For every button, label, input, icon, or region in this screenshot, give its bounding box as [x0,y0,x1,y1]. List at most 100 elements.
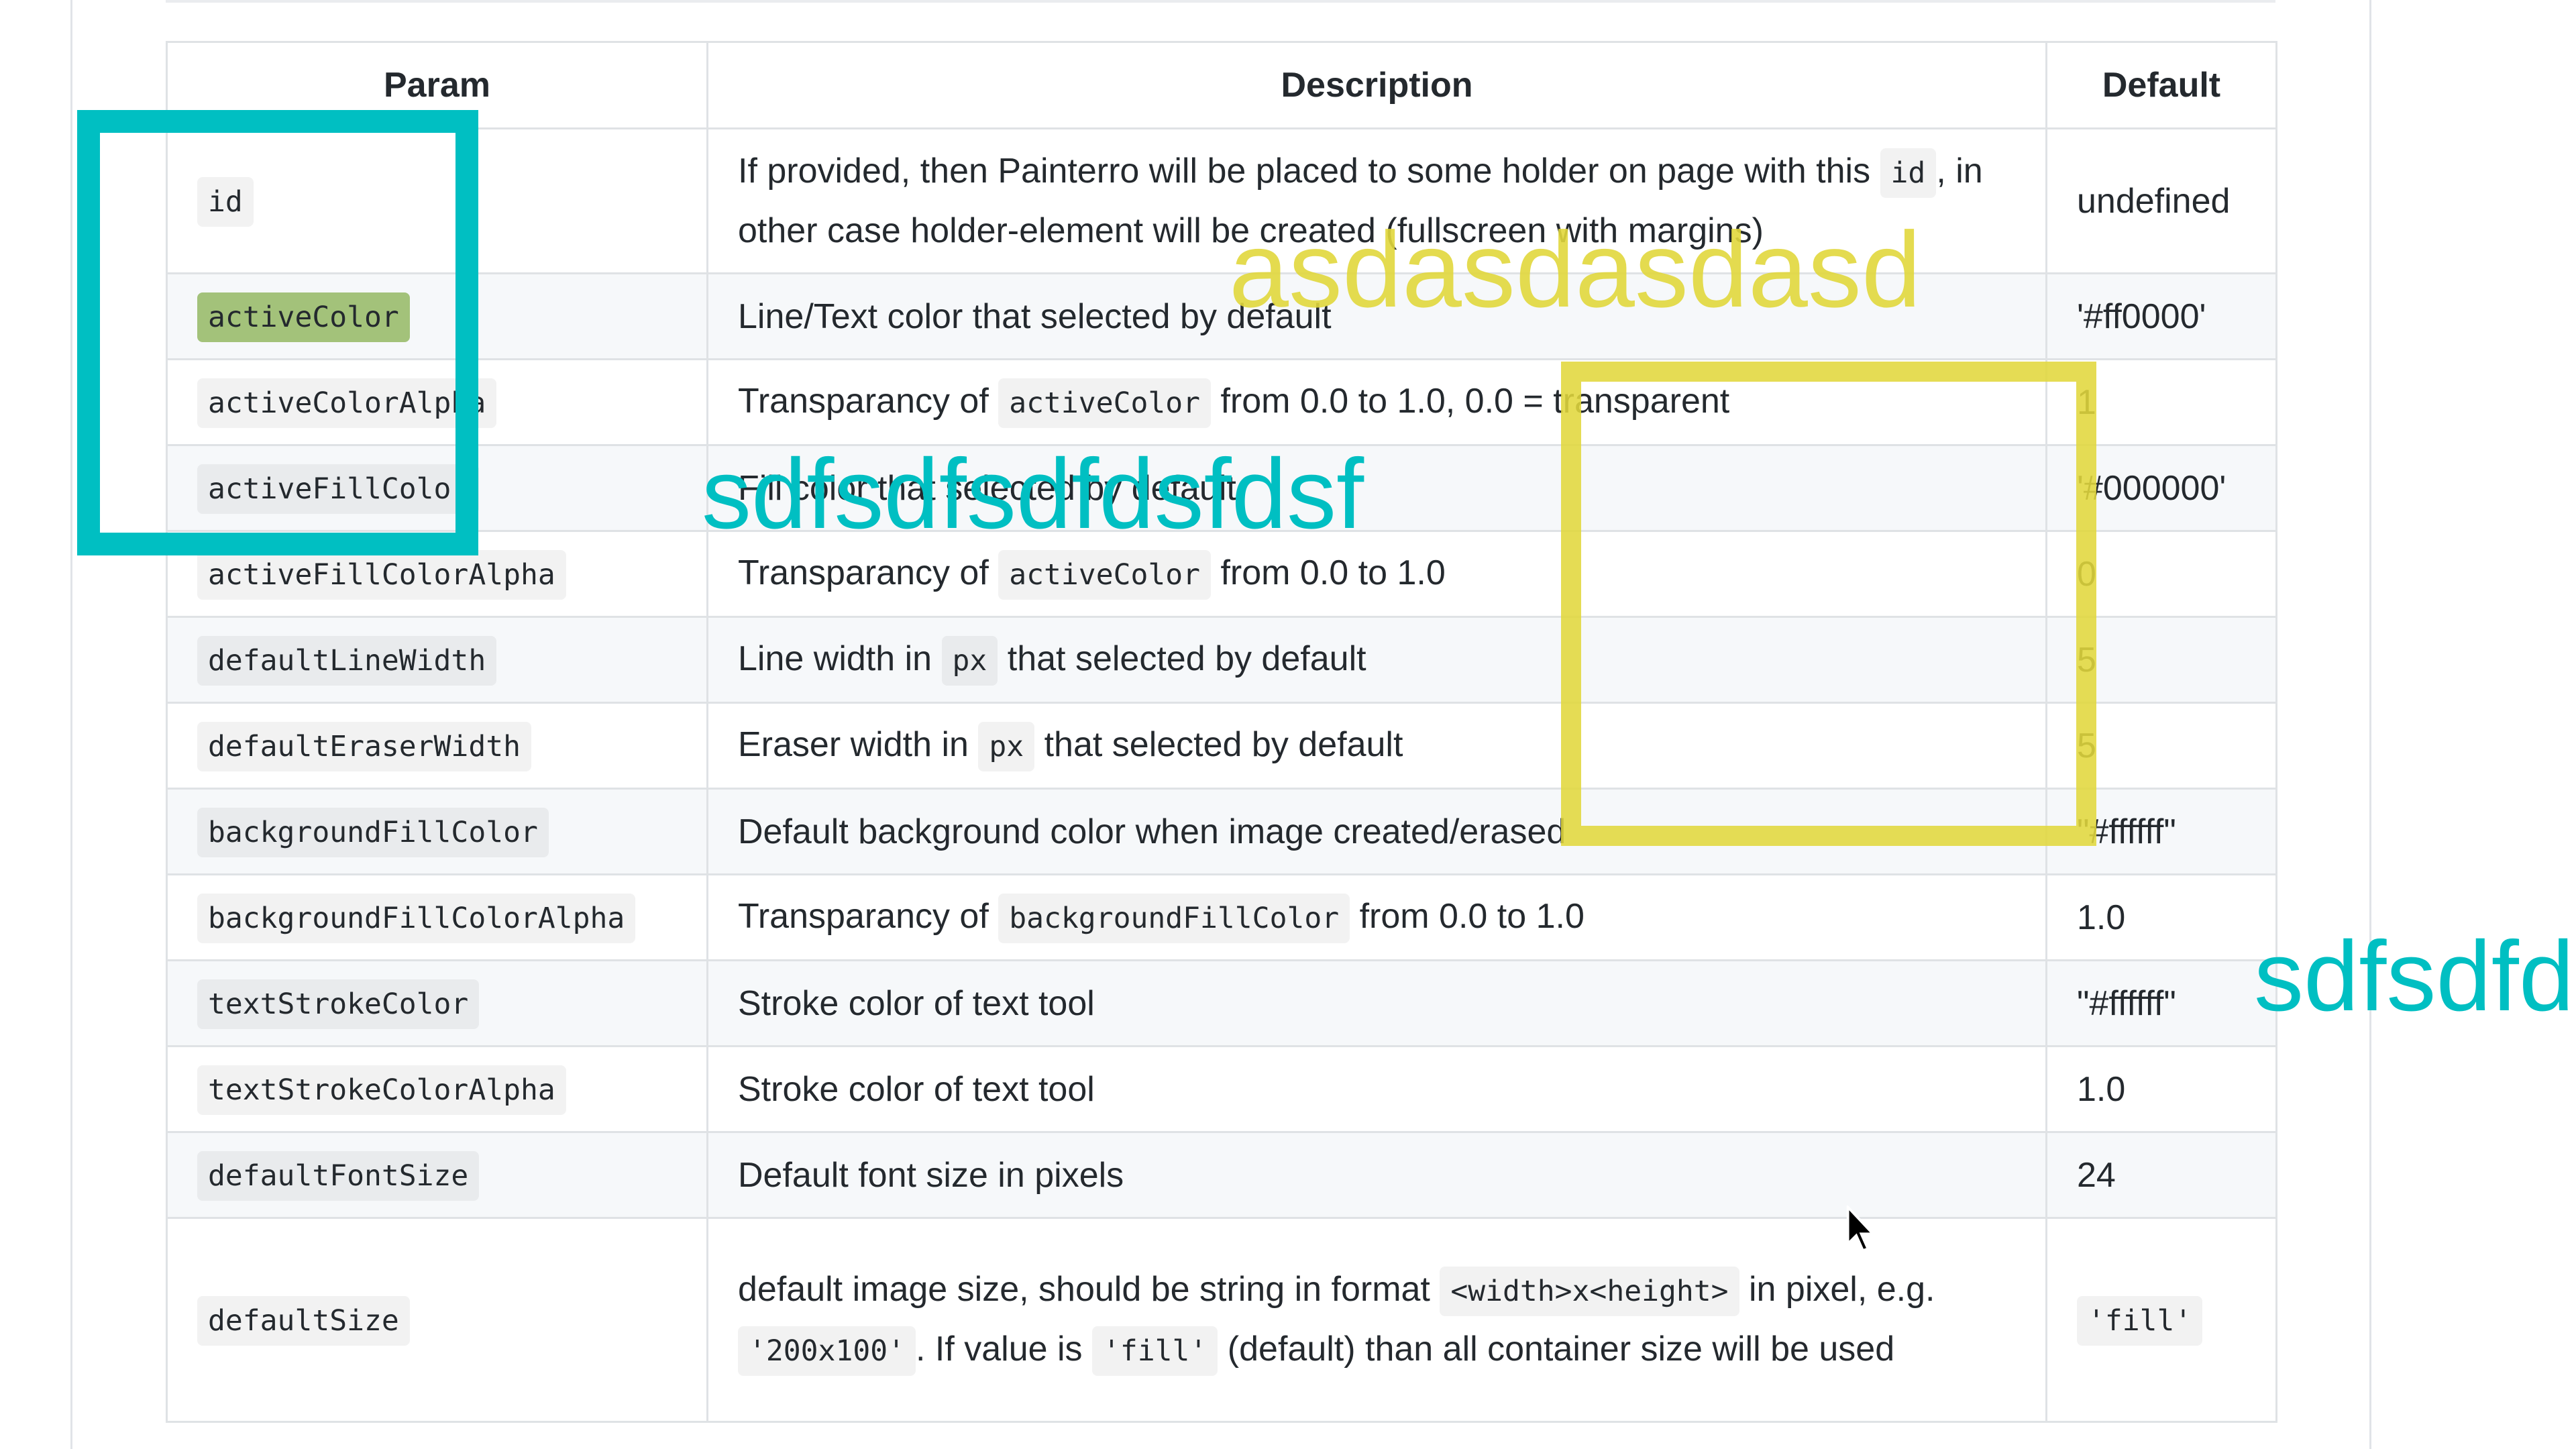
table-row: defaultSize default image size, should be… [166,1217,2277,1423]
default-value: '#ff0000' [2077,297,2206,336]
table-row: textStrokeColor Stroke color of text tool… [166,959,2277,1047]
description-cell: Fill color that selected by default [706,444,2047,532]
description-cell: Eraser width in px that selected by defa… [706,702,2047,790]
table-row: activeFillColorAlpha Transparancy of acti… [166,530,2277,618]
param-cell: activeFillColor [166,444,708,532]
inline-code: activeColor [998,378,1212,428]
description-text: from 0.0 to 1.0 [1350,897,1585,936]
table-row: activeColor Line/Text color that selected… [166,272,2277,360]
param-cell: textStrokeColorAlpha [166,1045,708,1133]
default-cell: 0 [2045,530,2277,618]
inline-code: <width>x<height> [1440,1266,1739,1316]
description-text: Stroke color of text tool [738,1069,1095,1109]
description-cell: If provided, then Painterro will be plac… [706,127,2047,274]
description-text: Line/Text color that selected by default [738,297,1332,336]
default-cell: '#000000' [2045,444,2277,532]
description-text: default image size, should be string in … [738,1269,1440,1309]
description-text: from 0.0 to 1.0, 0.0 = transparent [1211,382,1730,421]
default-cell: 1 [2045,358,2277,446]
param-cell: defaultFontSize [166,1131,708,1219]
param-name: defaultSize [197,1296,410,1346]
default-cell: "#ffffff" [2045,959,2277,1047]
description-text: Transparancy of [738,897,999,936]
description-cell: Stroke color of text tool [706,1045,2047,1133]
default-value: 24 [2077,1155,2116,1195]
description-text: If provided, then Painterro will be plac… [738,152,1880,191]
param-cell: backgroundFillColor [166,788,708,875]
description-text: that selected by default [998,639,1366,678]
description-cell: Line width in px that selected by defaul… [706,616,2047,704]
default-cell: 1.0 [2045,1045,2277,1133]
param-name: backgroundFillColorAlpha [197,894,636,943]
default-cell: "#ffffff" [2045,788,2277,875]
param-cell: activeColorAlpha [166,358,708,446]
mouse-cursor-icon [1846,1205,1876,1252]
description-cell: Line/Text color that selected by default [706,272,2047,360]
param-name: textStrokeColor [197,979,480,1029]
description-text: Line width in [738,639,942,678]
param-name: activeFillColor [197,464,480,514]
description-text: Default background color when image crea… [738,812,1566,851]
default-cell: 'fill' [2045,1217,2277,1423]
param-name: activeColorAlpha [197,378,497,428]
param-name: defaultLineWidth [197,636,497,686]
default-value: undefined [2077,181,2231,221]
params-table: Param Description Default id If provided,… [166,41,2277,1423]
header-description: Description [706,41,2047,129]
default-value: 0 [2077,554,2096,594]
default-value: 1.0 [2077,898,2126,937]
description-text: Stroke color of text tool [738,983,1095,1023]
description-text: in pixel, e.g. [1739,1269,1935,1309]
description-text: Fill color that selected by default [738,468,1236,508]
description-text: Transparancy of [738,382,999,421]
description-text: . If value is [916,1329,1092,1368]
param-cell: textStrokeColor [166,959,708,1047]
description-cell: Transparancy of backgroundFillColor from… [706,873,2047,961]
inline-code: backgroundFillColor [998,894,1350,943]
top-divider [166,0,2275,3]
default-cell: 5 [2045,702,2277,790]
param-name: activeColor [197,292,410,342]
header-default: Default [2045,41,2277,129]
table-row: activeFillColor Fill color that selected … [166,444,2277,532]
default-value: '#000000' [2077,468,2226,508]
description-cell: Default background color when image crea… [706,788,2047,875]
description-text: from 0.0 to 1.0 [1211,553,1446,592]
inline-code: id [1880,148,1937,198]
description-text: Eraser width in [738,725,979,764]
description-text: that selected by default [1034,725,1403,764]
default-value: 5 [2077,726,2096,765]
table-row: textStrokeColorAlpha Stroke color of text… [166,1045,2277,1133]
inline-code: px [978,722,1035,771]
default-cell: 1.0 [2045,873,2277,961]
description-cell: Transparancy of activeColor from 0.0 to … [706,358,2047,446]
table-row: activeColorAlpha Transparancy of activeCo… [166,358,2277,446]
page-right-border [2369,0,2371,1449]
default-cell: 24 [2045,1131,2277,1219]
param-name: defaultEraserWidth [197,722,531,771]
param-name: backgroundFillColor [197,808,549,857]
param-name: activeFillColorAlpha [197,550,566,600]
default-cell: '#ff0000' [2045,272,2277,360]
inline-code: px [941,636,998,686]
param-cell: activeColor [166,272,708,360]
param-name: textStrokeColorAlpha [197,1065,566,1115]
param-name: id [197,177,254,227]
param-name: defaultFontSize [197,1151,480,1201]
default-cell: undefined [2045,127,2277,274]
cyan-annotation-text-right: sdfsdfd [2254,921,2575,1032]
table-header-row: Param Description Default [166,41,2277,129]
param-cell: defaultEraserWidth [166,702,708,790]
inline-code: '200x100' [738,1326,916,1376]
table-row: backgroundFillColor Default background co… [166,788,2277,875]
default-value: 5 [2077,640,2096,680]
default-value: "#ffffff" [2077,812,2176,851]
description-cell: Stroke color of text tool [706,959,2047,1047]
description-text: Transparancy of [738,553,999,592]
description-cell: Transparancy of activeColor from 0.0 to … [706,530,2047,618]
param-cell: defaultLineWidth [166,616,708,704]
param-cell: defaultSize [166,1217,708,1423]
table-body: id If provided, then Painterro will be pl… [166,127,2277,1423]
param-cell: backgroundFillColorAlpha [166,873,708,961]
default-value: "#ffffff" [2077,983,2176,1023]
